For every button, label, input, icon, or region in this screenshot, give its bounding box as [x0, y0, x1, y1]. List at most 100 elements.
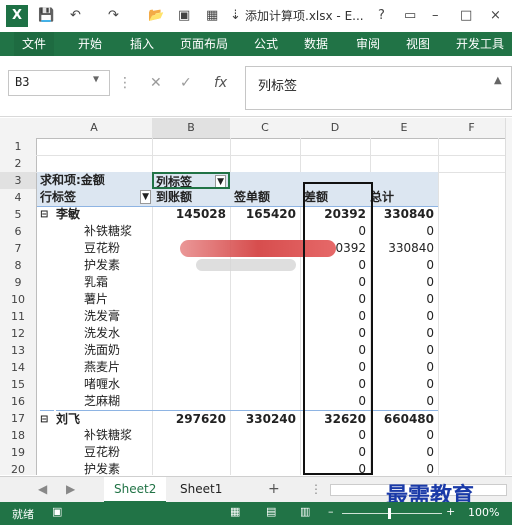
zoom-slider-thumb[interactable]: [388, 508, 391, 519]
row-header[interactable]: 15: [0, 376, 37, 394]
row-header[interactable]: 9: [0, 274, 37, 292]
row-header[interactable]: 6: [0, 223, 37, 241]
item-value: 0: [426, 445, 434, 459]
item-name: 燕麦片: [84, 360, 121, 374]
pivot-row-label[interactable]: 行标签 ▼: [37, 189, 155, 207]
item-name: 洗发膏: [84, 309, 121, 323]
window-title: 添加计算项.xlsx - E...: [245, 9, 364, 23]
tab-sheet2[interactable]: Sheet2: [104, 477, 167, 503]
item-name: 洗面奶: [84, 343, 121, 357]
row-header[interactable]: 20: [0, 461, 37, 475]
col-header-d[interactable]: D: [300, 118, 371, 139]
macro-record-icon[interactable]: ▣: [52, 505, 62, 518]
cancel-icon[interactable]: ✕: [150, 74, 162, 92]
tab-sheet1[interactable]: Sheet1: [170, 477, 232, 501]
row-header[interactable]: 16: [0, 393, 37, 411]
item-value: 0: [426, 360, 434, 374]
zoom-level[interactable]: 100%: [468, 506, 499, 519]
pivot-col-head: 总计: [370, 189, 438, 207]
filter-dropdown-icon[interactable]: ▼: [215, 175, 226, 187]
restore-button[interactable]: □: [460, 6, 472, 26]
row-header[interactable]: 3: [0, 172, 37, 190]
select-all[interactable]: [0, 118, 37, 139]
row-header[interactable]: 17: [0, 410, 37, 428]
col-header-b[interactable]: B: [152, 118, 231, 139]
tab-review[interactable]: 审阅: [356, 32, 380, 56]
collapse-icon[interactable]: ⊟: [40, 206, 54, 223]
item-name: 芝麻糊: [84, 394, 121, 408]
tab-home[interactable]: 开始: [78, 32, 102, 56]
formula-bar[interactable]: 列标签 ▲: [245, 66, 512, 110]
row-header[interactable]: 13: [0, 342, 37, 360]
enter-icon[interactable]: ✓: [180, 74, 192, 92]
status-ready: 就绪: [12, 508, 34, 521]
save-icon[interactable]: 💾: [38, 6, 54, 26]
row-header[interactable]: 11: [0, 308, 37, 326]
item-value: 0: [426, 292, 434, 306]
chevron-down-icon[interactable]: ▼: [93, 74, 99, 85]
col-header-f[interactable]: F: [438, 118, 505, 139]
tab-insert[interactable]: 插入: [130, 32, 154, 56]
item-name: 补铁糖浆: [84, 224, 133, 238]
form-icon[interactable]: ▦: [206, 6, 218, 26]
item-value: 0: [426, 462, 434, 475]
ribbon-display-icon[interactable]: ▭: [404, 6, 416, 26]
row-header[interactable]: 10: [0, 291, 37, 309]
row-header[interactable]: 2: [0, 155, 37, 173]
tab-file[interactable]: 文件: [14, 32, 55, 56]
normal-view-icon[interactable]: ▦: [230, 505, 240, 518]
next-sheet-icon[interactable]: ▶: [56, 477, 85, 501]
add-sheet-button[interactable]: +: [258, 477, 290, 501]
expand-formula-icon[interactable]: ▲: [494, 75, 502, 86]
item-name: 薯片: [84, 292, 109, 306]
row-header[interactable]: 18: [0, 427, 37, 445]
col-header-a[interactable]: A: [36, 118, 153, 139]
page-break-view-icon[interactable]: ▥: [300, 505, 310, 518]
tab-page-layout[interactable]: 页面布局: [180, 32, 228, 56]
row-header[interactable]: 12: [0, 325, 37, 343]
tab-view[interactable]: 视图: [406, 32, 430, 56]
undo-icon[interactable]: ↶: [70, 6, 81, 26]
help-button[interactable]: ?: [378, 6, 385, 26]
vertical-scrollbar[interactable]: [505, 118, 512, 475]
preview-icon[interactable]: ▣: [178, 6, 190, 26]
item-value: 0: [426, 224, 434, 238]
filter-dropdown-icon[interactable]: ▼: [140, 190, 151, 204]
more-icon[interactable]: ⋮: [300, 477, 332, 501]
row-header[interactable]: 5: [0, 206, 37, 224]
gridline: [438, 138, 439, 475]
more-icon[interactable]: ⋮: [118, 74, 132, 92]
row-header[interactable]: 4: [0, 189, 37, 207]
item-value: 0: [426, 326, 434, 340]
redo-icon[interactable]: ↷: [108, 6, 119, 26]
zoom-in-icon[interactable]: +: [446, 505, 455, 518]
minimize-button[interactable]: –: [432, 6, 439, 26]
row-header[interactable]: 7: [0, 240, 37, 258]
title-bar: X 💾 ↶ ↷ 📂 ▣ ▦ ⇣ 添加计算项.xlsx - E... ? ▭ – …: [0, 0, 512, 33]
close-button[interactable]: ×: [490, 6, 501, 26]
row-header[interactable]: 8: [0, 257, 37, 275]
item-name: 豆花粉: [84, 445, 121, 459]
worksheet-grid[interactable]: A B C D E F 1 2 3 4 5 6 7 8 9 10 11 12 1…: [0, 118, 505, 475]
pivot-col-head: 签单额: [230, 189, 304, 207]
col-header-c[interactable]: C: [230, 118, 301, 139]
customize-qat-icon[interactable]: ⇣: [230, 6, 241, 26]
prev-sheet-icon[interactable]: ◀: [28, 477, 57, 501]
folder-icon[interactable]: 📂: [148, 6, 164, 26]
pivot-column-label[interactable]: 列标签 ▼: [152, 172, 230, 189]
row-header[interactable]: 19: [0, 444, 37, 462]
item-name: 护发素: [84, 462, 121, 475]
zoom-slider[interactable]: [342, 513, 442, 514]
row-header[interactable]: 14: [0, 359, 37, 377]
page-layout-view-icon[interactable]: ▤: [266, 505, 276, 518]
tab-data[interactable]: 数据: [304, 32, 328, 56]
insert-function-icon[interactable]: fx: [214, 74, 227, 92]
collapse-icon[interactable]: ⊟: [40, 410, 54, 428]
tab-developer[interactable]: 开发工具: [456, 32, 504, 56]
name-box[interactable]: B3 ▼: [8, 70, 110, 96]
row-header[interactable]: 1: [0, 138, 37, 156]
formula-content: 列标签: [258, 79, 298, 94]
zoom-out-icon[interactable]: –: [328, 505, 334, 518]
tab-formulas[interactable]: 公式: [254, 32, 278, 56]
col-header-e[interactable]: E: [370, 118, 439, 139]
